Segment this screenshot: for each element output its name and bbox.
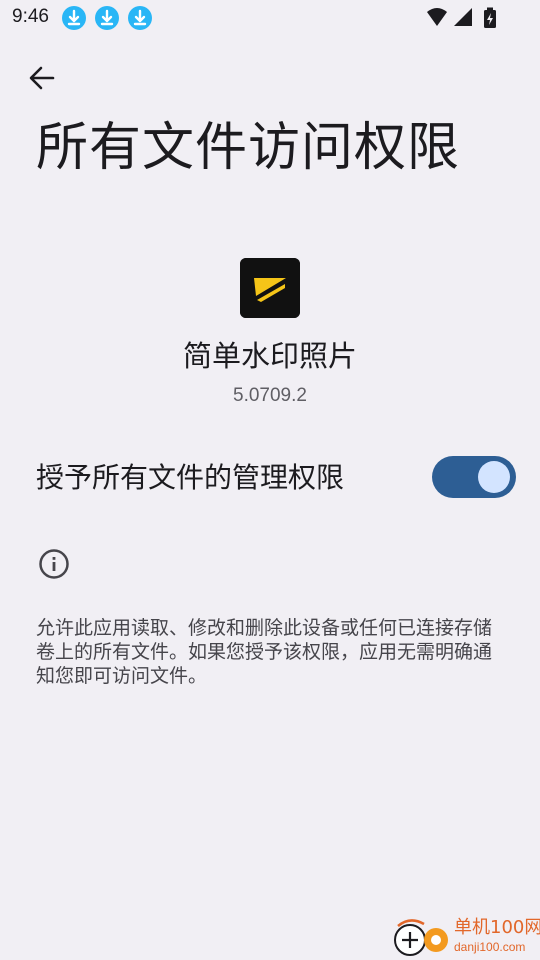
back-button[interactable]	[24, 60, 60, 96]
wifi-icon	[427, 8, 447, 26]
toggle-thumb	[478, 461, 510, 493]
download-icon	[62, 6, 86, 30]
permission-toggle-row[interactable]: 授予所有文件的管理权限	[0, 440, 540, 516]
permission-label: 授予所有文件的管理权限	[36, 461, 345, 494]
signal-icon	[454, 8, 472, 26]
page-title: 所有文件访问权限	[36, 118, 461, 178]
status-bar: 9:46	[0, 0, 540, 36]
battery-charging-icon	[484, 7, 496, 28]
app-version: 5.0709.2	[233, 385, 307, 406]
arrow-back-icon	[29, 66, 55, 90]
status-time: 9:46	[12, 6, 49, 27]
permission-description: 允许此应用读取、修改和删除此设备或任何已连接存储卷上的所有文件。如果您授予该权限…	[36, 617, 493, 687]
watermark-text: 单机100网	[454, 917, 540, 938]
all-files-access-toggle[interactable]	[432, 456, 516, 498]
app-name: 简单水印照片	[182, 339, 357, 373]
app-icon	[240, 258, 300, 318]
watermark: 单机100网 danji100.com	[392, 916, 540, 960]
watermark-logo	[394, 919, 448, 956]
download-icon	[95, 6, 119, 30]
system-status-icons	[427, 7, 496, 28]
watermark-url: danji100.com	[454, 940, 526, 954]
download-icon	[128, 6, 152, 30]
info-icon	[38, 548, 70, 580]
